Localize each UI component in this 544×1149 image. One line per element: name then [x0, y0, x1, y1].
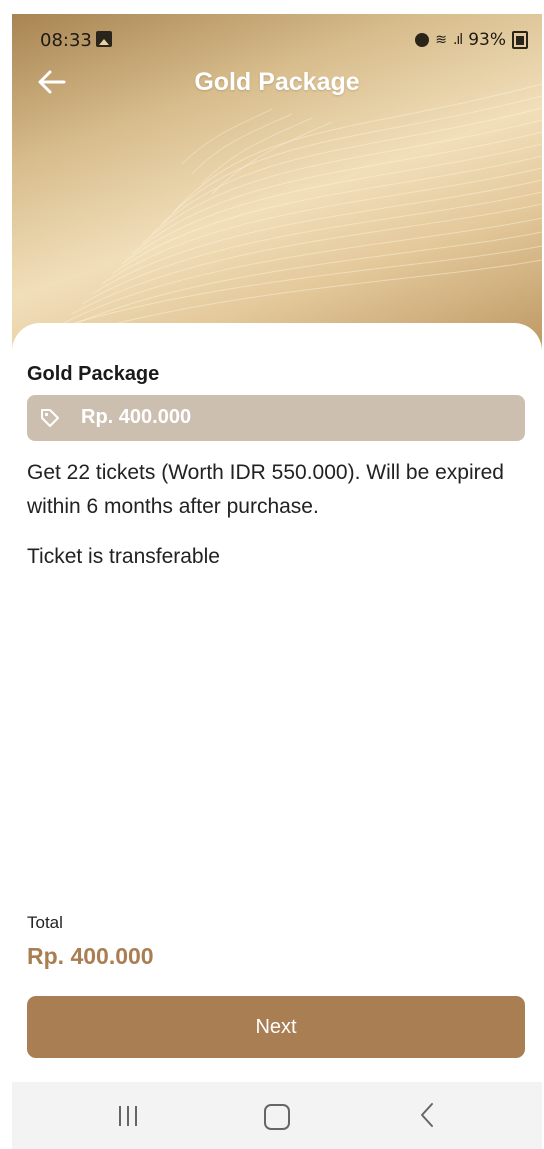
alarm-icon	[415, 33, 430, 47]
price-tag-icon	[39, 407, 61, 429]
system-nav-bar	[12, 1082, 542, 1149]
wifi-icon: ≋	[435, 32, 447, 48]
battery-percent: 93%	[468, 30, 506, 50]
transfer-note: Ticket is transferable	[27, 545, 220, 568]
recents-icon[interactable]	[116, 1104, 140, 1128]
status-bar: 08:33 ≋ .ıl 93%	[12, 14, 542, 62]
home-icon[interactable]	[264, 1104, 290, 1130]
battery-icon	[512, 31, 528, 49]
status-time: 08:33	[40, 30, 92, 51]
package-price: Rp. 400.000	[81, 406, 192, 428]
total-value: Rp. 400.000	[27, 943, 154, 969]
gallery-icon	[96, 31, 112, 47]
back-icon[interactable]	[416, 1100, 440, 1130]
page-title: Gold Package	[194, 68, 360, 96]
next-button[interactable]: Next	[27, 996, 525, 1058]
package-detail-sheet: Gold Package Rp. 400.000 Get 22 tickets …	[12, 323, 542, 1083]
header-background: 08:33 ≋ .ıl 93% Gold Package	[12, 14, 542, 369]
app-screen: 08:33 ≋ .ıl 93% Gold Package Gold Packag…	[12, 14, 542, 1149]
status-icons: ≋ .ıl 93%	[415, 30, 528, 50]
total-label: Total	[27, 913, 63, 932]
signal-icon: .ıl	[452, 32, 463, 48]
price-badge: Rp. 400.000	[27, 395, 525, 441]
package-description: Get 22 tickets (Worth IDR 550.000). Will…	[27, 461, 504, 518]
package-name: Gold Package	[27, 363, 160, 385]
